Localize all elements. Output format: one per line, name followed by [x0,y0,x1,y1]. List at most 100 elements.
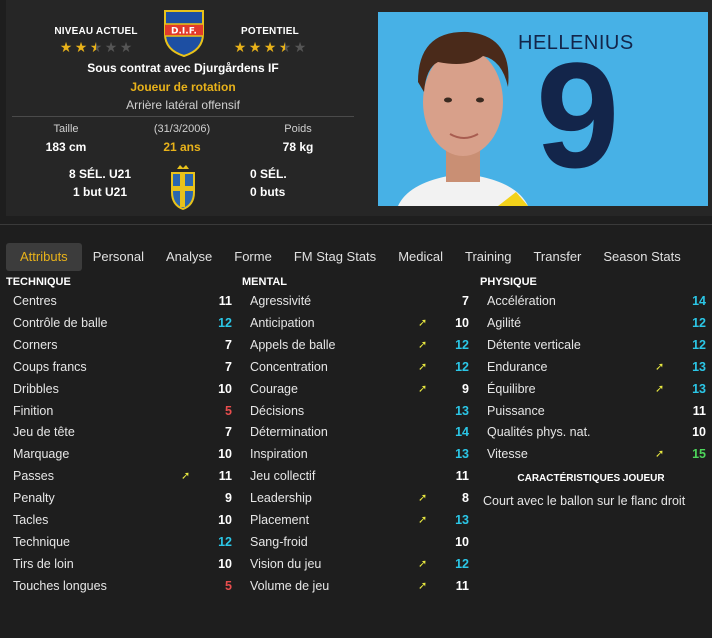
progress-arrow-icon: ➚ [418,492,428,505]
attribute-value: 7 [225,425,232,440]
attribute-row[interactable]: Agilité 12 [487,313,706,333]
attribute-row[interactable]: Marquage 10 [13,444,232,464]
attribute-row[interactable]: Anticipation ➚ 10 [250,313,469,333]
attribute-row[interactable]: Penalty 9 [13,488,232,508]
attribute-name: Agilité [487,315,522,330]
attribute-row[interactable]: Dribbles 10 [13,379,232,399]
player-trait[interactable]: Court avec le ballon sur le flanc droit [483,494,685,508]
attribute-row[interactable]: Tirs de loin 10 [13,554,232,574]
contract-status: Sous contrat avec Djurgårdens IF [87,61,279,75]
club-badge[interactable]: D.I.F. [162,8,206,58]
attribute-row[interactable]: Corners 7 [13,335,232,355]
attribute-name: Vision du jeu [250,556,322,571]
club-badge-icon: D.I.F. [164,10,204,58]
attribute-name: Technique [13,534,70,549]
attribute-row[interactable]: Puissance 11 [487,401,706,421]
attribute-row[interactable]: Vitesse ➚ 15 [487,444,706,464]
attribute-row[interactable]: Technique 12 [13,532,232,552]
attribute-row[interactable]: Volume de jeu ➚ 11 [250,576,469,596]
attribute-row[interactable]: Endurance ➚ 13 [487,357,706,377]
attribute-row[interactable]: Qualités phys. nat. 10 [487,422,706,442]
squad-role[interactable]: Joueur de rotation [24,80,342,94]
star-icon: ★ [119,39,133,55]
attribute-value: 10 [218,556,232,571]
attribute-name: Détente verticale [487,337,581,352]
attribute-row[interactable]: Jeu de tête 7 [13,422,232,442]
attribute-value: 12 [455,556,469,571]
attribute-row[interactable]: Détente verticale 12 [487,335,706,355]
attribute-name: Volume de jeu [250,578,330,593]
section-divider [0,224,712,225]
tab-attributs[interactable]: Attributs [6,243,82,271]
current-level: NIVEAU ACTUEL ★ ★ ★ ★ ★ [48,26,144,54]
tab-transfer[interactable]: Transfer [522,243,592,271]
attribute-name: Coups francs [13,359,87,374]
physique-header: PHYSIQUE [480,276,537,288]
attribute-row[interactable]: Inspiration 13 [250,444,469,464]
national-team-badge[interactable] [167,164,199,212]
attribute-value: 8 [462,491,469,506]
attribute-name: Tirs de loin [13,556,74,571]
attribute-value: 11 [455,469,469,484]
attribute-name: Sang-froid [250,534,308,549]
attribute-name: Centres [13,294,57,308]
attribute-name: Qualités phys. nat. [487,425,591,440]
attribute-row[interactable]: Finition 5 [13,401,232,421]
attribute-row[interactable]: Jeu collectif 11 [250,466,469,486]
potential-label: POTENTIEL [241,26,299,37]
attribute-value: 11 [692,403,706,418]
star-icon: ★ [278,39,292,55]
attribute-row[interactable]: Passes ➚ 11 [13,466,232,486]
player-portrait-icon [398,31,528,206]
attribute-value: 10 [218,447,232,462]
sweden-crest-icon [171,165,195,210]
tab-personal[interactable]: Personal [82,243,155,271]
attribute-row[interactable]: Agressivité 7 [250,291,469,311]
attribute-name: Équilibre [487,381,536,396]
attribute-value: 9 [225,491,232,506]
attribute-row[interactable]: Placement ➚ 13 [250,510,469,530]
star-icon: ★ [104,39,118,55]
tab-training[interactable]: Training [454,243,522,271]
attribute-row[interactable]: Vision du jeu ➚ 12 [250,554,469,574]
player-photo: HELLENIUS 9 [378,12,708,206]
attribute-row[interactable]: Contrôle de balle 12 [13,313,232,333]
attribute-row[interactable]: Coups francs 7 [13,357,232,377]
attribute-value: 10 [218,381,232,396]
attribute-row[interactable]: Centres 11 [13,291,232,311]
attribute-row[interactable]: Tacles 10 [13,510,232,530]
tab-season-stats[interactable]: Season Stats [592,243,691,271]
attribute-row[interactable]: Accélération 14 [487,291,706,311]
attribute-value: 12 [455,337,469,352]
attribute-row[interactable]: Concentration ➚ 12 [250,357,469,377]
attribute-value: 13 [455,447,469,462]
tab-forme[interactable]: Forme [223,243,283,271]
attribute-row[interactable]: Touches longues 5 [13,576,232,596]
attribute-row[interactable]: Courage ➚ 9 [250,379,469,399]
attribute-name: Appels de balle [250,337,336,352]
attribute-value: 11 [218,469,232,484]
attribute-row[interactable]: Équilibre ➚ 13 [487,379,706,399]
attribute-row[interactable]: Décisions 13 [250,401,469,421]
star-icon: ★ [74,39,88,55]
tab-analyse[interactable]: Analyse [155,243,223,271]
attribute-row[interactable]: Sang-froid 10 [250,532,469,552]
star-icon: ★ [263,39,277,55]
attribute-name: Dribbles [13,381,59,396]
attribute-value: 15 [692,447,706,462]
attribute-row[interactable]: Détermination 14 [250,422,469,442]
attribute-name: Puissance [487,403,545,418]
attribute-row[interactable]: Leadership ➚ 8 [250,488,469,508]
attribute-name: Décisions [250,403,305,418]
attribute-row[interactable]: Appels de balle ➚ 12 [250,335,469,355]
attribute-value: 10 [218,513,232,527]
u21-goals: 1 but U21 [72,185,127,199]
attribute-name: Agressivité [250,294,312,308]
tab-medical[interactable]: Medical [387,243,454,271]
attribute-name: Endurance [487,359,548,374]
senior-goals: 0 buts [250,185,286,199]
attribute-name: Jeu collectif [250,469,316,484]
mental-header: MENTAL [242,276,288,288]
tab-fm-stag-stats[interactable]: FM Stag Stats [283,243,387,271]
current-level-label: NIVEAU ACTUEL [54,26,138,37]
